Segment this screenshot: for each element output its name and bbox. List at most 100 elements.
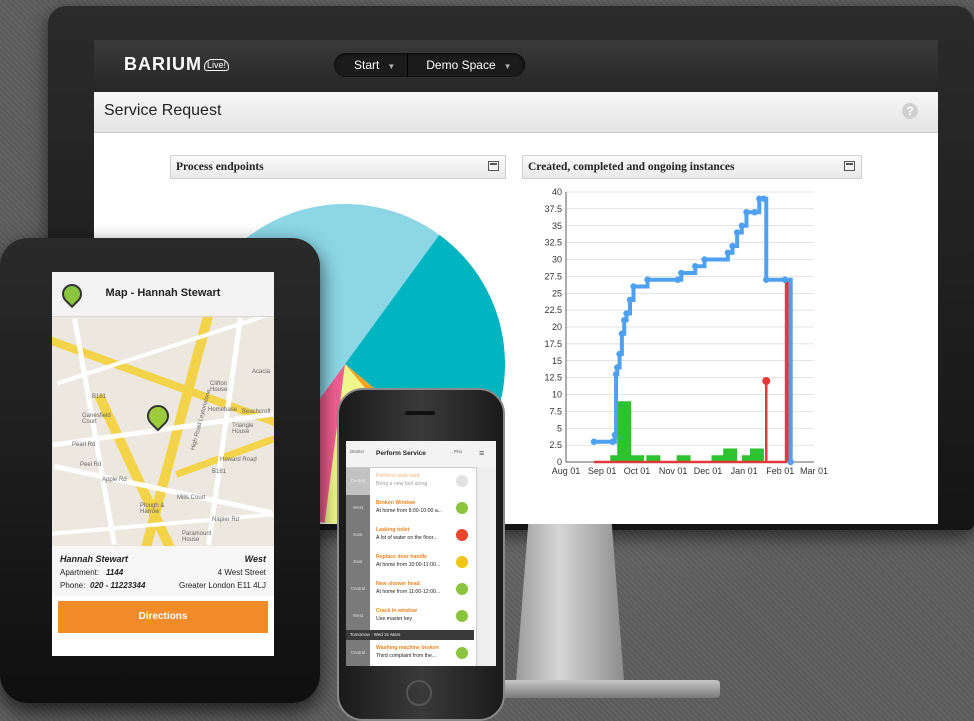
map-label: Homebase <box>208 407 238 413</box>
prio-column-header[interactable]: Prio <box>454 449 462 454</box>
side-panel <box>476 467 496 666</box>
task-subtitle: At home from 10:00-11:00... <box>376 562 441 568</box>
map-label: Howard Road <box>220 457 257 463</box>
map-label: Pearl Rd <box>72 442 96 448</box>
tablet-title: Map - Hannah Stewart <box>105 287 221 299</box>
list-item[interactable]: Central Perform task task Bring a new tool… <box>346 468 474 496</box>
list-item[interactable]: West Broken Window At home from 8:00-10:00… <box>346 495 474 523</box>
data-point <box>609 438 616 445</box>
y-tick-label: 25 <box>552 288 562 298</box>
data-point <box>678 269 685 277</box>
map-label: Ganesfield Court <box>82 413 111 425</box>
barium-logo[interactable]: BARIUM Live! <box>124 54 230 75</box>
district-tag: East <box>346 522 370 549</box>
x-tick-label: Mar 01 <box>800 466 828 476</box>
customer-name: Hannah Stewart <box>60 554 129 564</box>
data-point <box>612 371 620 378</box>
street: 4 West Street <box>217 568 266 577</box>
map-label: B161 <box>212 469 227 475</box>
phone-screen: District Perform Service Prio ≡ Central P… <box>346 441 496 666</box>
district-tag: Central <box>346 640 370 666</box>
directions-button[interactable]: Directions <box>58 601 268 633</box>
district-column-header[interactable]: District <box>350 449 364 454</box>
panel-header: Process endpoints <box>170 155 506 179</box>
data-point <box>762 377 771 385</box>
phone-value: 020 - 11223344 <box>90 581 146 590</box>
data-point <box>701 256 708 263</box>
list-item[interactable]: East Leaking toilet A lot of water on the … <box>346 522 474 550</box>
data-point <box>724 249 732 256</box>
district-tag: East <box>346 549 370 576</box>
task-title: Leaking toilet <box>376 527 410 533</box>
chevron-down-icon: ▼ <box>387 62 396 71</box>
task-title: Replace door handle <box>376 554 428 560</box>
map-label: Plough & Harrow <box>140 503 165 515</box>
task-title: Perform task task <box>376 473 420 479</box>
y-tick-label: 32.5 <box>544 238 562 248</box>
priority-dot <box>456 529 468 541</box>
data-point <box>626 296 634 304</box>
x-tick-label: Aug 01 <box>552 466 581 476</box>
map-label: Acacia <box>252 369 271 375</box>
task-subtitle: A lot of water on the floor... <box>376 535 438 541</box>
title-bar: Service Request ? <box>94 92 938 133</box>
x-tick-label: Sep 01 <box>588 466 617 476</box>
map-label: Napier Rd <box>212 517 240 523</box>
phone-title: Perform Service <box>376 450 426 457</box>
x-tick-label: Feb 01 <box>766 466 794 476</box>
menu-icon[interactable]: ≡ <box>479 449 484 458</box>
district-tag: West <box>346 603 370 630</box>
list-item[interactable]: Central Washing machine broken Third compl… <box>346 640 474 666</box>
data-point <box>623 310 630 317</box>
task-subtitle: Bring a new tool along <box>376 481 428 487</box>
data-point <box>729 242 736 250</box>
breadcrumb: Start ▼ Demo Space ▼ <box>334 53 525 77</box>
list-item[interactable]: Central New shower head At home from 11:00… <box>346 576 474 604</box>
question-icon[interactable]: ? <box>902 103 918 119</box>
task-title: Broken Window <box>376 500 416 506</box>
page-title: Service Request <box>104 102 222 119</box>
data-point <box>787 458 794 466</box>
instances-panel: Created, completed and ongoing instances… <box>522 155 862 495</box>
y-tick-label: 30 <box>552 255 562 265</box>
customer-region: West <box>244 554 266 564</box>
map-label: Clifton House <box>210 381 228 393</box>
data-point <box>611 431 619 439</box>
data-point <box>733 229 741 236</box>
breadcrumb-start[interactable]: Start ▼ <box>334 53 409 77</box>
task-title: New shower head <box>376 581 420 587</box>
list-item[interactable]: West Crack in window Use master key <box>346 603 474 631</box>
task-subtitle: Third complaint from the... <box>376 653 437 659</box>
data-point <box>738 222 746 229</box>
breadcrumb-demo-space[interactable]: Demo Space ▼ <box>408 53 525 77</box>
data-point <box>751 209 758 216</box>
data-point <box>630 283 637 290</box>
data-point <box>618 330 626 337</box>
task-subtitle: Use master key <box>376 616 413 622</box>
panel-header: Created, completed and ongoing instances <box>522 155 862 179</box>
list-item[interactable]: East Replace door handle At home from 10:0… <box>346 549 474 577</box>
data-point <box>781 276 789 283</box>
city: Greater London E11 4LJ <box>178 581 266 590</box>
y-tick-label: 10 <box>552 390 562 400</box>
x-tick-label: Dec 01 <box>694 466 723 476</box>
y-tick-label: 35 <box>552 221 562 231</box>
map-view[interactable]: B161 Ganesfield Court Clifton House Home… <box>52 317 274 546</box>
home-button[interactable] <box>406 680 432 706</box>
minimize-icon[interactable] <box>488 161 499 171</box>
bar-mark <box>749 448 764 462</box>
data-point <box>590 438 598 445</box>
task-title: Crack in window <box>376 608 417 614</box>
data-point <box>763 276 770 283</box>
district-tag: Central <box>346 576 370 603</box>
minimize-icon[interactable] <box>844 161 855 171</box>
data-point <box>692 263 699 270</box>
data-point <box>614 364 621 371</box>
bar-mark <box>617 401 632 462</box>
monitor-stand <box>515 524 625 694</box>
y-tick-label: 17.5 <box>544 339 562 349</box>
bar-mark <box>723 448 738 462</box>
priority-dot <box>456 610 468 622</box>
phone-label: Phone: <box>60 581 86 590</box>
district-tag: West <box>346 495 370 522</box>
